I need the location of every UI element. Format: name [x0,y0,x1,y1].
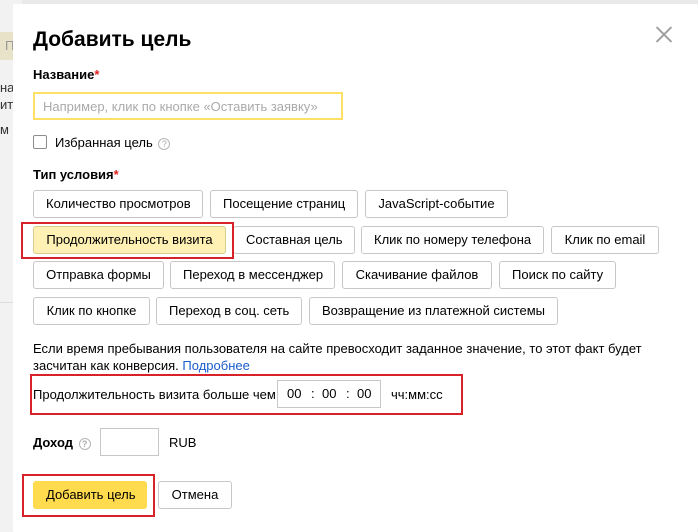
condition-email-click[interactable]: Клик по email [551,226,659,254]
favorite-label[interactable]: Избранная цель ? [55,135,171,150]
condition-composite[interactable]: Составная цель [233,226,355,254]
condition-social[interactable]: Переход в соц. сеть [156,297,302,325]
close-icon[interactable] [654,24,674,44]
minutes-field[interactable]: 00 [322,386,336,401]
condition-messenger[interactable]: Переход в мессенджер [170,261,335,289]
condition-button-click[interactable]: Клик по кнопке [33,297,150,325]
required-mark: * [113,167,119,182]
duration-time-input[interactable]: 00 : 00 : 00 [277,380,381,408]
condition-pageviews[interactable]: Количество просмотров [33,190,203,218]
time-separator: : [346,386,350,401]
condition-phone-click[interactable]: Клик по номеру телефона [361,226,544,254]
condition-payment-return[interactable]: Возвращение из платежной системы [309,297,558,325]
time-format-hint: чч:мм:сс [391,387,443,402]
hours-field[interactable]: 00 [287,386,301,401]
help-icon[interactable]: ? [78,437,91,450]
condition-js-event[interactable]: JavaScript-событие [365,190,508,218]
help-icon[interactable]: ? [158,137,171,150]
currency-label: RUB [169,435,197,450]
add-goal-dialog: Добавить цель Название* Избранная цель ?… [13,4,698,532]
favorite-checkbox[interactable] [33,135,47,149]
income-input[interactable] [100,428,159,456]
add-goal-button[interactable]: Добавить цель [33,481,147,509]
name-label: Название* [33,67,100,82]
condition-site-search[interactable]: Поиск по сайту [499,261,616,289]
income-label: Доход ? [33,435,91,450]
goal-name-input[interactable] [33,92,343,120]
condition-description: Если время пребывания пользователя на са… [33,341,642,373]
condition-file-download[interactable]: Скачивание файлов [342,261,492,289]
time-separator: : [311,386,315,401]
condition-form-submit[interactable]: Отправка формы [33,261,164,289]
condition-page-visit[interactable]: Посещение страниц [210,190,358,218]
condition-type-label: Тип условия* [33,167,119,182]
more-link[interactable]: Подробнее [182,358,249,373]
cancel-button[interactable]: Отмена [158,481,232,509]
highlight-visit-duration [21,222,234,259]
seconds-field[interactable]: 00 [357,386,371,401]
dialog-title: Добавить цель [33,28,192,51]
required-mark: * [94,67,100,82]
duration-label: Продолжительность визита больше чем [33,387,276,402]
